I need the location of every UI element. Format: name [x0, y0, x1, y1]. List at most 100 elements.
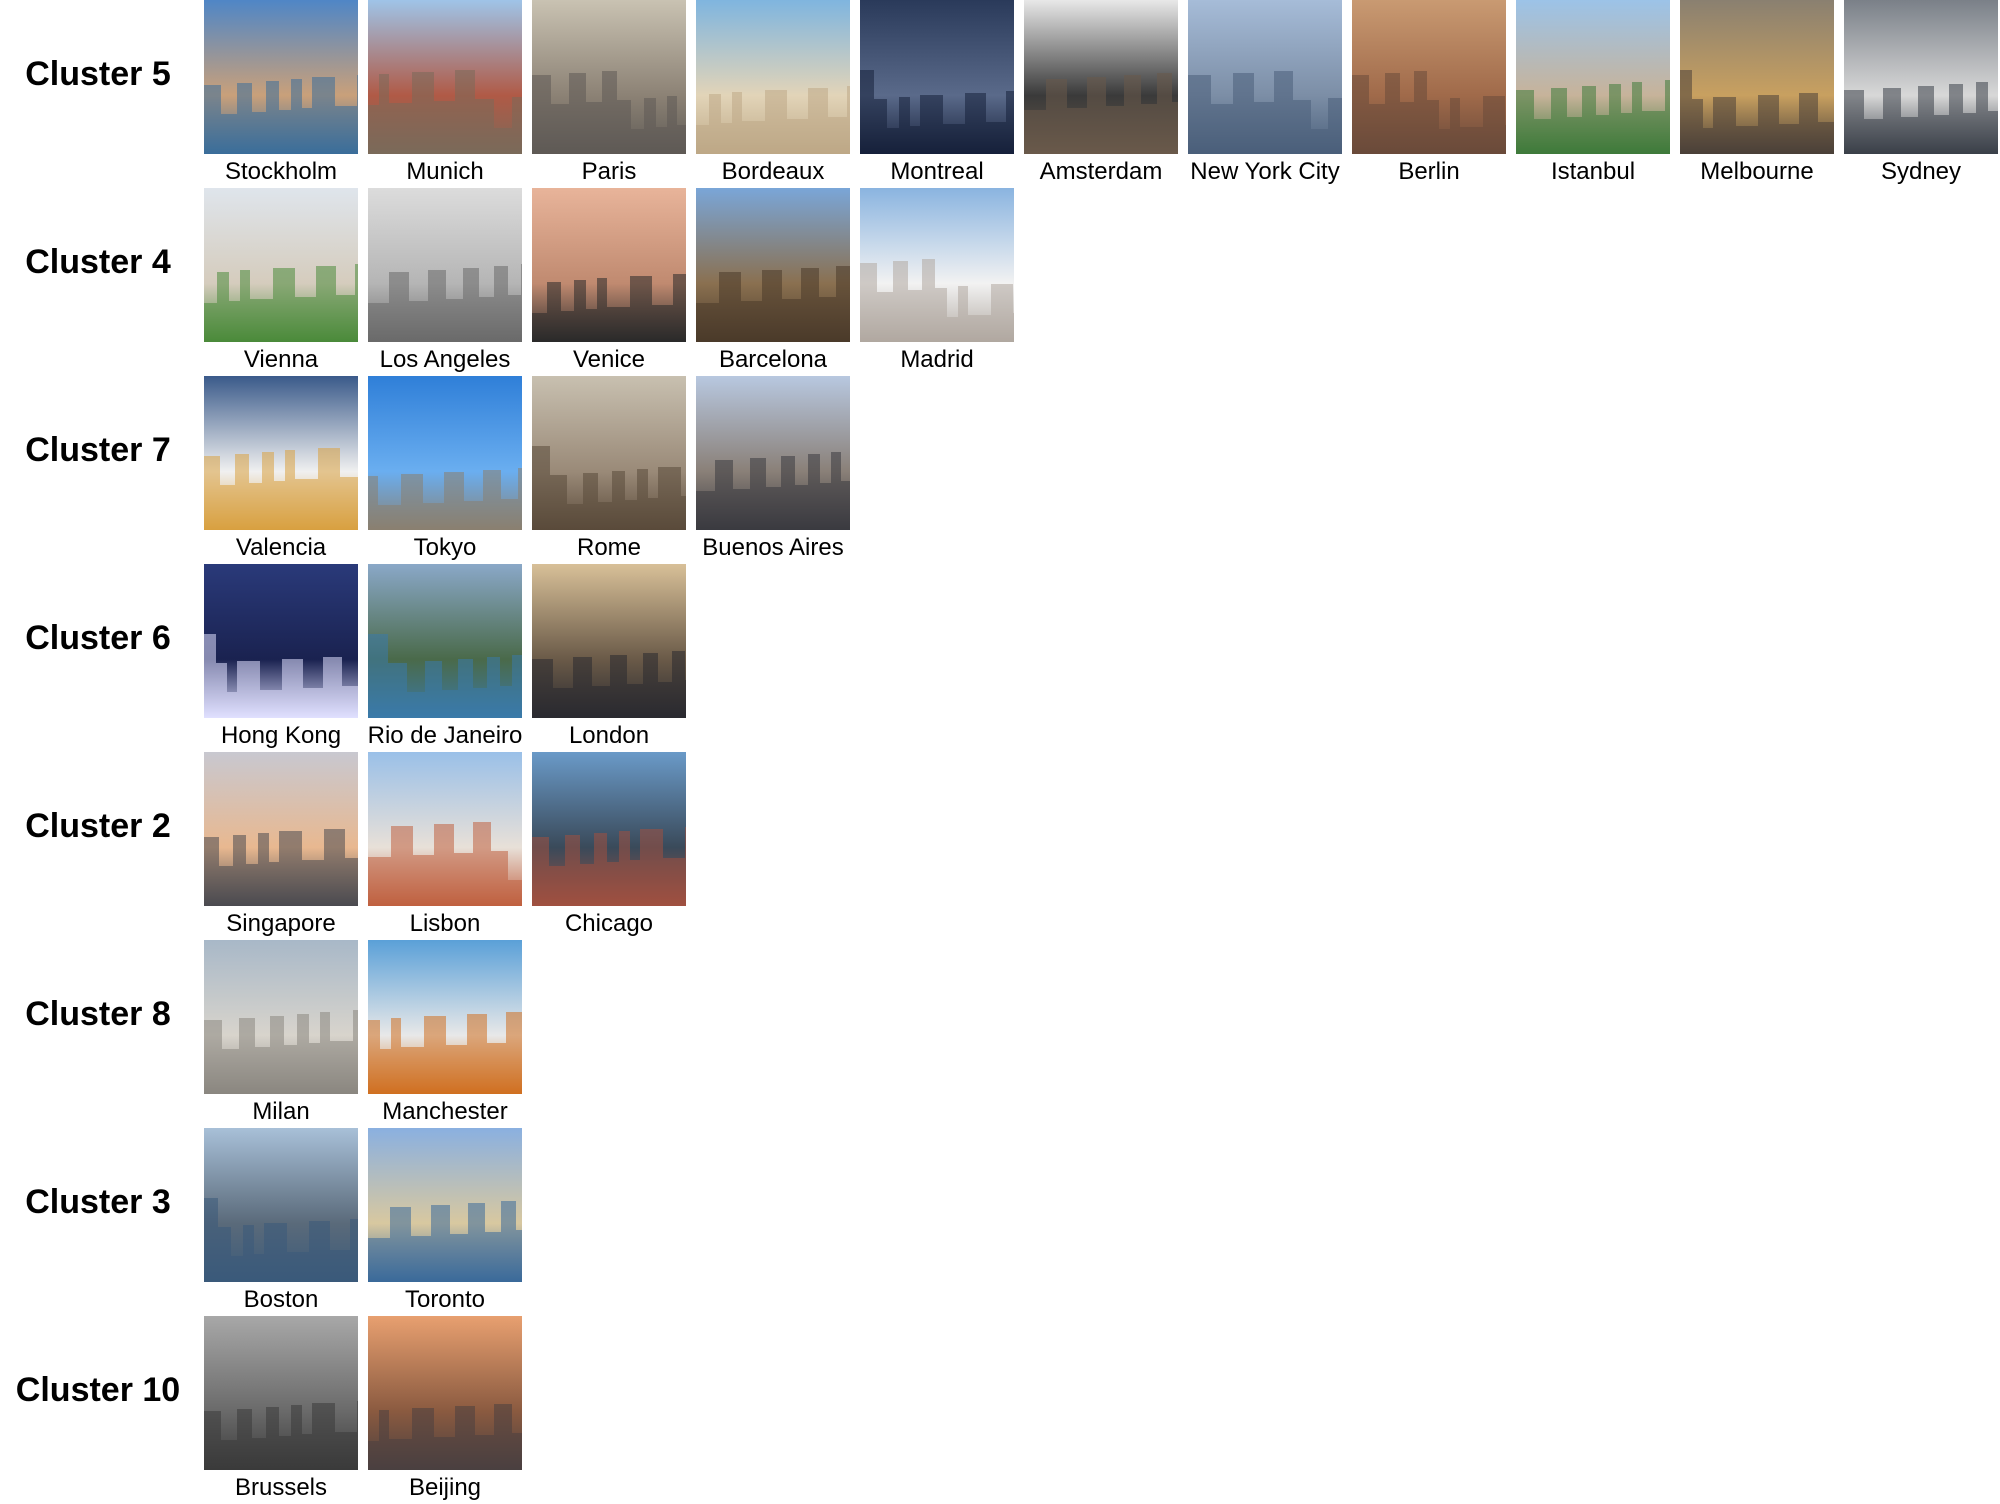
city-name-label: Toronto	[404, 1286, 486, 1313]
city-photo	[532, 188, 686, 342]
city-tile-stockholm: Stockholm	[204, 0, 358, 188]
city-photo	[368, 564, 522, 718]
cluster-label: Cluster 8	[25, 995, 171, 1033]
city-tile-paris: Paris	[532, 0, 686, 188]
cluster-label: Cluster 3	[25, 1183, 171, 1221]
city-photo	[204, 1316, 358, 1470]
city-name-label: Singapore	[226, 910, 336, 937]
city-name-label: Sydney	[1880, 158, 1962, 185]
city-photo	[532, 752, 686, 906]
city-tile-lisbon: Lisbon	[368, 752, 522, 940]
city-name-label: Boston	[243, 1286, 319, 1313]
city-name-label: Milan	[252, 1098, 310, 1125]
city-name-label: London	[568, 722, 650, 749]
cluster-row-cluster-4: Cluster 4 Vienna Los Angeles Venice Barcelon…	[0, 188, 2000, 376]
city-tile-rio-de-janeiro: Rio de Janeiro	[368, 564, 522, 752]
city-tile-buenos-aires: Buenos Aires	[696, 376, 850, 564]
city-tile-amsterdam: Amsterdam	[1024, 0, 1178, 188]
city-name-label: Paris	[581, 158, 637, 185]
city-photo	[1516, 0, 1670, 154]
city-photo	[860, 188, 1014, 342]
city-photo	[532, 0, 686, 154]
city-photo	[860, 0, 1014, 154]
city-tile-istanbul: Istanbul	[1516, 0, 1670, 188]
cluster-label: Cluster 7	[25, 431, 171, 469]
cluster-row-cluster-6: Cluster 6 Hong Kong Rio de Janeiro London	[0, 564, 2000, 752]
city-photo	[368, 0, 522, 154]
city-photo	[532, 376, 686, 530]
city-tile-beijing: Beijing	[368, 1316, 522, 1504]
city-tile-munich: Munich	[368, 0, 522, 188]
cluster-label: Cluster 4	[25, 243, 171, 281]
city-tile-boston: Boston	[204, 1128, 358, 1316]
city-photo	[1352, 0, 1506, 154]
city-tile-singapore: Singapore	[204, 752, 358, 940]
city-name-label: Brussels	[234, 1474, 328, 1501]
city-name-label: Buenos Aires	[702, 534, 844, 561]
city-photo	[696, 188, 850, 342]
city-tile-venice: Venice	[532, 188, 686, 376]
city-tile-milan: Milan	[204, 940, 358, 1128]
cluster-row-cluster-7: Cluster 7 Valencia Tokyo Rome Buenos Aires	[0, 376, 2000, 564]
cluster-row-cluster-8: Cluster 8 Milan Manchester	[0, 940, 2000, 1128]
city-photo	[532, 564, 686, 718]
city-tile-los-angeles: Los Angeles	[368, 188, 522, 376]
city-name-label: Tokyo	[413, 534, 477, 561]
city-name-label: Valencia	[235, 534, 327, 561]
city-tile-london: London	[532, 564, 686, 752]
city-photo	[204, 188, 358, 342]
city-tile-sydney: Sydney	[1844, 0, 1998, 188]
city-name-label: Madrid	[900, 346, 974, 373]
city-name-label: Barcelona	[718, 346, 828, 373]
city-name-label: Manchester	[382, 1098, 508, 1125]
city-name-label: Vienna	[243, 346, 319, 373]
city-name-label: Munich	[406, 158, 484, 185]
city-tile-hong-kong: Hong Kong	[204, 564, 358, 752]
city-name-label: Istanbul	[1550, 158, 1636, 185]
city-tile-montreal: Montreal	[860, 0, 1014, 188]
city-name-label: Amsterdam	[1039, 158, 1163, 185]
city-tile-madrid: Madrid	[860, 188, 1014, 376]
city-photo	[368, 376, 522, 530]
city-tile-barcelona: Barcelona	[696, 188, 850, 376]
city-photo	[696, 376, 850, 530]
cluster-label: Cluster 5	[25, 55, 171, 93]
city-photo	[204, 0, 358, 154]
city-tile-brussels: Brussels	[204, 1316, 358, 1504]
city-photo	[1024, 0, 1178, 154]
city-name-label: Melbourne	[1700, 158, 1814, 185]
city-tile-manchester: Manchester	[368, 940, 522, 1128]
city-name-label: Lisbon	[409, 910, 481, 937]
cluster-row-cluster-2: Cluster 2 Singapore Lisbon Chicago	[0, 752, 2000, 940]
city-name-label: Chicago	[564, 910, 654, 937]
city-tile-berlin: Berlin	[1352, 0, 1506, 188]
city-tile-vienna: Vienna	[204, 188, 358, 376]
city-name-label: Rome	[576, 534, 642, 561]
city-photo	[368, 940, 522, 1094]
city-tile-melbourne: Melbourne	[1680, 0, 1834, 188]
cluster-label: Cluster 6	[25, 619, 171, 657]
city-tile-valencia: Valencia	[204, 376, 358, 564]
city-cluster-grid: Cluster 5 Stockholm Munich Paris Bordeaux Mon…	[0, 0, 2000, 1501]
city-photo	[696, 0, 850, 154]
city-name-label: Stockholm	[224, 158, 338, 185]
city-photo	[204, 940, 358, 1094]
cluster-label: Cluster 10	[15, 1371, 181, 1409]
city-tile-tokyo: Tokyo	[368, 376, 522, 564]
city-name-label: New York City	[1190, 158, 1340, 185]
city-name-label: Los Angeles	[379, 346, 511, 373]
city-photo	[204, 752, 358, 906]
city-name-label: Montreal	[890, 158, 984, 185]
city-photo	[368, 188, 522, 342]
city-photo	[1188, 0, 1342, 154]
cluster-row-cluster-3: Cluster 3 Boston Toronto	[0, 1128, 2000, 1316]
city-name-label: Venice	[572, 346, 646, 373]
city-tile-chicago: Chicago	[532, 752, 686, 940]
city-photo	[204, 1128, 358, 1282]
city-name-label: Berlin	[1398, 158, 1460, 185]
city-photo	[368, 752, 522, 906]
city-photo	[1680, 0, 1834, 154]
city-tile-new-york-city: New York City	[1188, 0, 1342, 188]
city-photo	[368, 1316, 522, 1470]
city-tile-rome: Rome	[532, 376, 686, 564]
